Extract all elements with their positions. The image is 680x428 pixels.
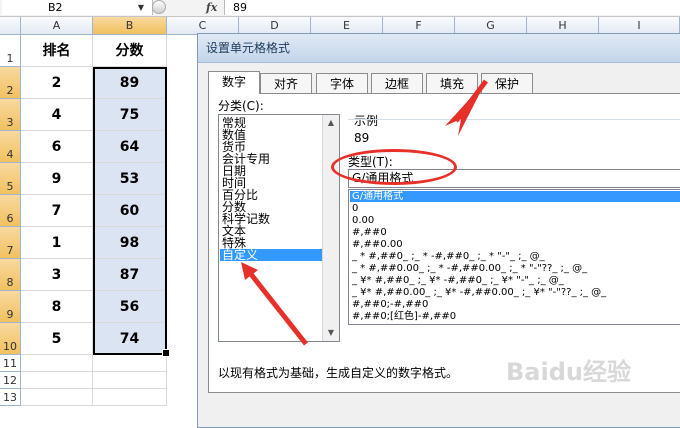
tab-number[interactable]: 数字: [208, 71, 260, 94]
watermark-logo: Baidu经验: [506, 358, 631, 386]
arrow-to-sample-shaft: [454, 79, 488, 123]
arrow-to-custom-shaft: [248, 271, 308, 346]
